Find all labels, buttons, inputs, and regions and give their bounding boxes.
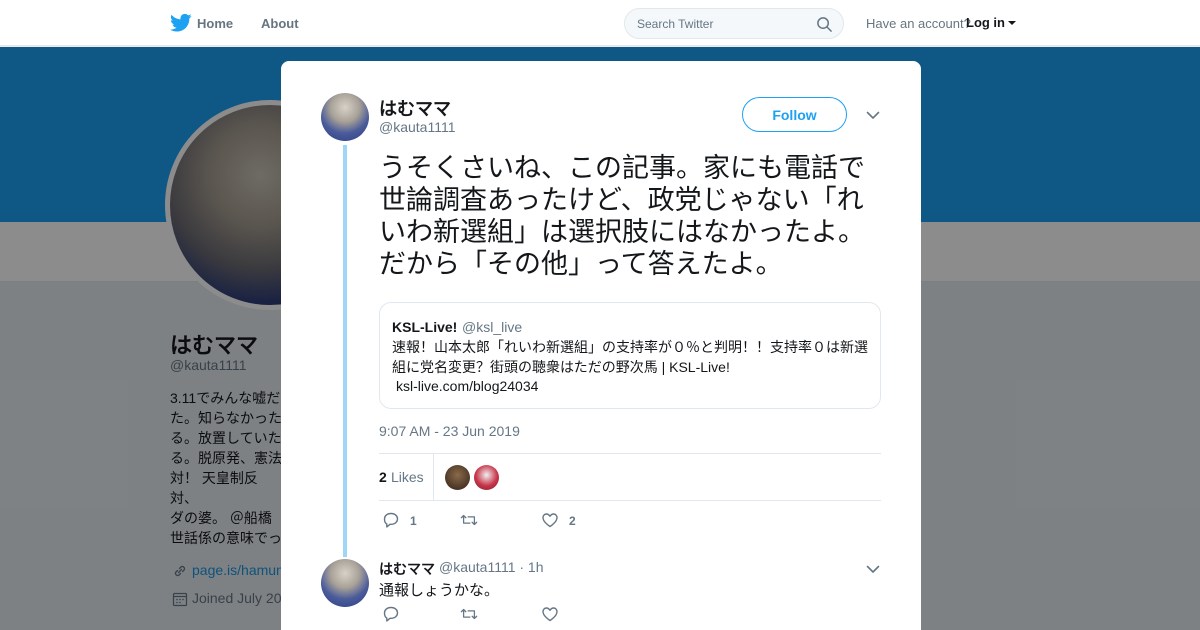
- tweet-modal: はむママ @kauta1111 Follow うそくさいね、この記事。家にも電話…: [281, 61, 921, 630]
- reply-icon[interactable]: [382, 511, 400, 529]
- tweet-timestamp[interactable]: 9:07 AM - 23 Jun 2019: [379, 423, 520, 439]
- close-icon[interactable]: [1156, 13, 1176, 33]
- heart-icon[interactable]: [541, 511, 559, 529]
- account-prompt: Have an account?: [866, 16, 971, 31]
- reply-actions: [379, 605, 679, 625]
- follow-button[interactable]: Follow: [742, 97, 847, 132]
- tweet-text: うそくさいね、この記事。家にも電話で世論調査あったけど、政党じゃない「れいわ新選…: [379, 153, 865, 279]
- tweet-stats: 2 Likes: [379, 453, 881, 501]
- reply-author-handle[interactable]: @kauta1111 · 1h: [439, 559, 544, 575]
- caret-down-icon[interactable]: [1008, 21, 1016, 25]
- thread-line: [343, 145, 347, 557]
- tweet-author-name[interactable]: はむママ: [379, 95, 451, 121]
- retweet-icon[interactable]: [460, 511, 478, 529]
- top-nav: Home About Search Twitter Have an accoun…: [0, 0, 1200, 46]
- quoted-author-name: KSL-Live!: [392, 319, 458, 335]
- reply-author-avatar[interactable]: [321, 559, 369, 607]
- search-input[interactable]: Search Twitter: [637, 17, 713, 31]
- likes-count[interactable]: 2: [379, 469, 387, 485]
- twitter-bird-icon[interactable]: [170, 13, 192, 33]
- nav-about-link[interactable]: About: [261, 16, 299, 31]
- quoted-text: 速報！山本太郎「れいわ新選組」の支持率が０％と判明！！支持率０は新選組に党名変更…: [392, 339, 868, 375]
- login-link[interactable]: Log in: [966, 15, 1005, 30]
- chevron-down-icon[interactable]: [866, 564, 880, 574]
- quoted-link[interactable]: ksl-live.com/blog24034: [396, 378, 538, 394]
- tweet-actions: 1 2: [379, 511, 679, 533]
- nav-home-link[interactable]: Home: [197, 16, 233, 31]
- stats-divider: [433, 454, 434, 500]
- reply-text: 通報しょうかな。: [379, 582, 500, 599]
- heart-icon[interactable]: [541, 605, 559, 623]
- tweet-author-handle[interactable]: @kauta1111: [379, 119, 456, 135]
- liker-avatar[interactable]: [445, 465, 470, 490]
- tweet-author-avatar[interactable]: [321, 93, 369, 141]
- reply-author-name[interactable]: はむママ: [379, 559, 435, 579]
- reply-icon[interactable]: [382, 605, 400, 623]
- search-icon[interactable]: [816, 16, 833, 33]
- reply-count: 1: [410, 514, 417, 528]
- chevron-down-icon[interactable]: [866, 110, 880, 120]
- retweet-icon[interactable]: [460, 605, 478, 623]
- like-count: 2: [569, 514, 576, 528]
- liker-avatar[interactable]: [474, 465, 499, 490]
- search-box[interactable]: Search Twitter: [624, 8, 844, 39]
- quoted-tweet[interactable]: KSL-Live! @ksl_live 速報！山本太郎「れいわ新選組」の支持率が…: [379, 302, 881, 409]
- quoted-author-handle: @ksl_live: [462, 319, 523, 335]
- likes-label[interactable]: Likes: [391, 469, 424, 485]
